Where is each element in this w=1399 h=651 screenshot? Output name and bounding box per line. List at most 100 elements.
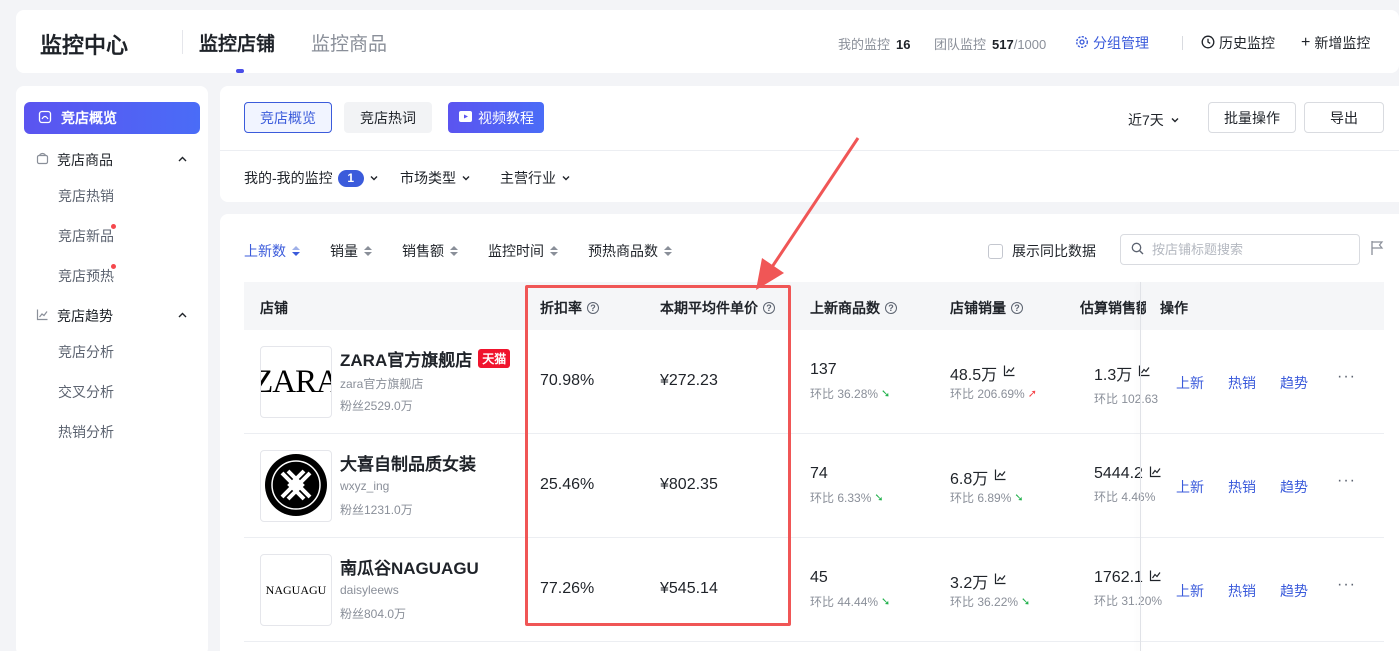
- line-chart-icon[interactable]: [994, 468, 1007, 486]
- shop-fans: 粉丝1231.0万: [340, 503, 413, 517]
- new-items-change: 环比 44.44% ➘: [810, 593, 890, 610]
- action-trend[interactable]: 趋势: [1280, 581, 1308, 601]
- filter-label: 我的-我的监控: [244, 170, 333, 186]
- zara-logo: ZARA: [261, 363, 331, 400]
- line-chart-icon[interactable]: [1149, 465, 1162, 483]
- chevron-down-icon: [461, 170, 471, 186]
- tab-monitor-products[interactable]: 监控商品: [311, 29, 387, 56]
- trend-down-icon: ➘: [881, 388, 891, 400]
- checkbox[interactable]: [988, 243, 1003, 259]
- help-icon[interactable]: ?: [587, 302, 599, 314]
- tab-overview[interactable]: 竞店概览: [244, 102, 332, 133]
- tab-keywords[interactable]: 竞店热词: [344, 102, 432, 133]
- sidebar-group-products[interactable]: 竞店商品: [36, 150, 188, 170]
- chevron-down-icon: [561, 170, 571, 186]
- est-sales-cell: 1.3万 环比 102.63: [1094, 361, 1164, 411]
- sort-sales-volume[interactable]: 销量: [330, 241, 372, 261]
- video-tutorial-button[interactable]: 视频教程: [448, 102, 544, 133]
- chevron-up-icon: [177, 308, 188, 324]
- more-menu-icon[interactable]: ···: [1337, 368, 1356, 386]
- main-industry-filter[interactable]: 主营行业: [500, 168, 571, 188]
- est-sales-change: 环比 31.20%: [1094, 594, 1163, 608]
- help-icon[interactable]: ?: [1011, 302, 1023, 314]
- sort-monitor-time[interactable]: 监控时间: [488, 241, 558, 261]
- action-new[interactable]: 上新: [1176, 373, 1204, 393]
- est-sales-change: 环比 4.46%: [1094, 490, 1156, 504]
- history-monitor-link[interactable]: 历史监控: [1201, 33, 1275, 53]
- column-header-discount: 折扣率?: [540, 298, 599, 318]
- shop-id: daisyleews: [340, 583, 399, 597]
- shop-name[interactable]: 南瓜谷NAGUAGU: [340, 554, 479, 579]
- tmall-badge: 天猫: [478, 349, 511, 368]
- notification-dot: [111, 224, 116, 229]
- metric-text: 48.5万: [950, 367, 998, 384]
- sidebar-item-new[interactable]: 竞店新品: [58, 226, 114, 246]
- action-trend[interactable]: 趋势: [1280, 373, 1308, 393]
- shop-name[interactable]: 大喜自制品质女装: [340, 450, 476, 475]
- est-sales-cell: 1762.1 环比 31.20%: [1094, 569, 1164, 619]
- more-menu-icon[interactable]: ···: [1337, 472, 1356, 490]
- search-input[interactable]: [1152, 242, 1352, 257]
- column-label: 操作: [1160, 300, 1188, 316]
- add-monitor-button[interactable]: + 新增监控: [1301, 33, 1370, 53]
- sort-new-items[interactable]: 上新数: [244, 241, 300, 261]
- shop-name[interactable]: ZARA官方旗舰店 天猫: [340, 346, 511, 371]
- tab-monitor-shops[interactable]: 监控店铺: [199, 29, 275, 56]
- dashboard-icon: [38, 110, 52, 127]
- column-label: 折扣率: [540, 300, 582, 316]
- action-new[interactable]: 上新: [1176, 581, 1204, 601]
- sort-icon: [550, 246, 558, 256]
- bag-icon: [36, 152, 49, 168]
- table-panel: 上新数 销量 销售额 监控时间 预热商品数 展示同比数据 店铺 折扣率? 本期平…: [220, 214, 1399, 651]
- new-items-change: 环比 6.33% ➘: [810, 489, 884, 506]
- help-icon[interactable]: ?: [763, 302, 775, 314]
- flag-icon[interactable]: [1370, 240, 1384, 259]
- shop-logo[interactable]: [260, 450, 332, 522]
- avg-price-value: ¥272.23: [660, 372, 718, 389]
- show-yoy-toggle[interactable]: 展示同比数据: [988, 241, 1096, 261]
- sidebar-item-preheat[interactable]: 竞店预热: [58, 266, 114, 286]
- action-trend[interactable]: 趋势: [1280, 477, 1308, 497]
- shop-sales-change: 环比 206.69% ➚: [950, 385, 1037, 402]
- action-hot[interactable]: 热销: [1228, 581, 1256, 601]
- sidebar-group-trends[interactable]: 竞店趋势: [36, 306, 188, 326]
- shop-logo[interactable]: NAGUAGU: [260, 554, 332, 626]
- sidebar-item-analysis[interactable]: 竞店分析: [58, 342, 114, 362]
- count-badge: 1: [337, 169, 364, 187]
- help-icon[interactable]: ?: [885, 302, 897, 314]
- discount-value: 70.98%: [540, 372, 595, 389]
- change-text: 环比 36.28%: [810, 387, 879, 401]
- sidebar-item-cross[interactable]: 交叉分析: [58, 382, 114, 402]
- search-icon: [1131, 242, 1144, 258]
- table-row: ZARA ZARA官方旗舰店 天猫 zara官方旗舰店 粉丝2529.0万 70…: [244, 330, 1384, 434]
- sidebar-item-hot-analysis[interactable]: 热销分析: [58, 422, 114, 442]
- market-type-filter[interactable]: 市场类型: [400, 168, 471, 188]
- new-items-value: 45: [810, 569, 828, 587]
- naguagu-logo: NAGUAGU: [265, 582, 327, 597]
- column-label: 店铺销量: [950, 300, 1006, 316]
- sort-sales-amount[interactable]: 销售额: [402, 241, 458, 261]
- line-chart-icon[interactable]: [1149, 569, 1162, 587]
- column-label: 估算销售额: [1080, 300, 1146, 316]
- more-menu-icon[interactable]: ···: [1337, 576, 1356, 594]
- group-manage-link[interactable]: 分组管理: [1075, 33, 1149, 53]
- sort-preheat-items[interactable]: 预热商品数: [588, 241, 672, 261]
- action-new[interactable]: 上新: [1176, 477, 1204, 497]
- metric-text: 1.3万: [1094, 367, 1133, 384]
- line-chart-icon[interactable]: [1003, 364, 1016, 382]
- date-range-select[interactable]: 近7天: [1128, 110, 1180, 130]
- shop-logo[interactable]: ZARA: [260, 346, 332, 418]
- divider: [182, 30, 183, 54]
- sidebar-item-overview[interactable]: 竞店概览: [24, 102, 200, 134]
- batch-ops-button[interactable]: 批量操作: [1208, 102, 1296, 133]
- sidebar-item-hot[interactable]: 竞店热销: [58, 186, 114, 206]
- action-hot[interactable]: 热销: [1228, 373, 1256, 393]
- action-hot[interactable]: 热销: [1228, 477, 1256, 497]
- metric-text: 5444.2: [1094, 465, 1143, 482]
- search-box[interactable]: [1120, 234, 1360, 265]
- my-monitor-filter[interactable]: 我的-我的监控 1: [244, 168, 379, 188]
- line-chart-icon[interactable]: [994, 572, 1007, 590]
- est-sales-change: 环比 102.63: [1094, 392, 1159, 406]
- export-button[interactable]: 导出: [1304, 102, 1384, 133]
- metric-text: 6.8万: [950, 471, 989, 488]
